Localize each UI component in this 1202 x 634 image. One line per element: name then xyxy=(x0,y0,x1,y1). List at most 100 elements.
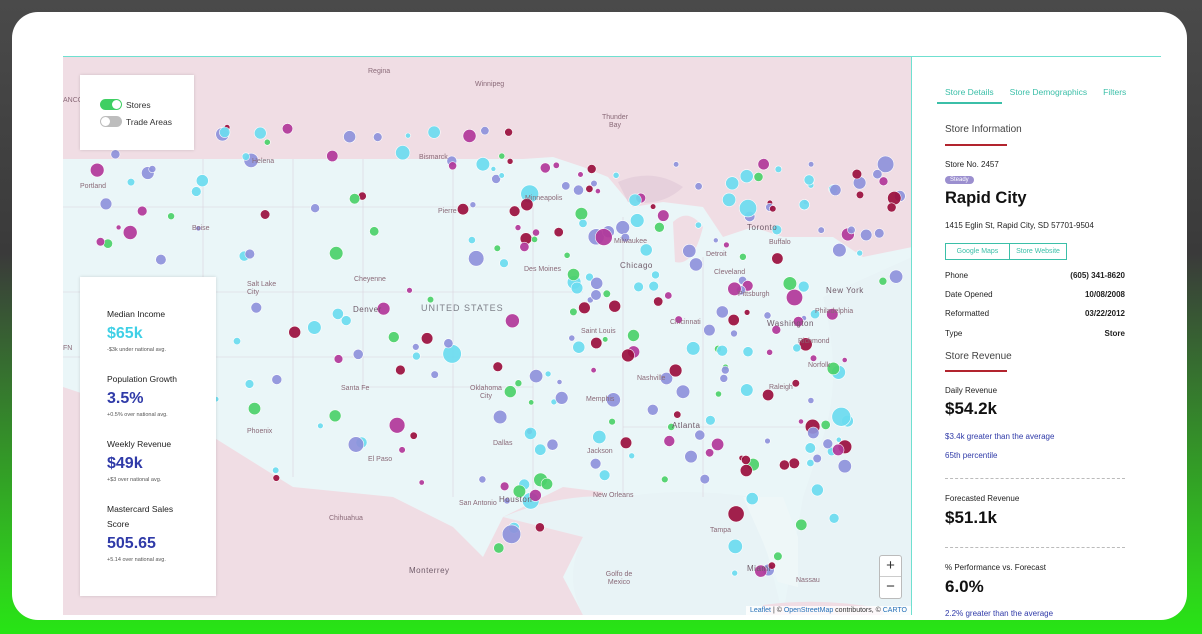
leaflet-link[interactable]: Leaflet xyxy=(750,607,771,614)
store-marker[interactable] xyxy=(806,458,815,467)
store-marker[interactable] xyxy=(723,241,730,249)
store-marker[interactable] xyxy=(534,522,545,533)
store-marker[interactable] xyxy=(668,363,683,378)
store-marker[interactable] xyxy=(716,344,729,357)
store-marker[interactable] xyxy=(590,367,597,374)
store-marker[interactable] xyxy=(244,379,255,389)
store-marker[interactable] xyxy=(705,415,716,426)
store-marker[interactable] xyxy=(347,436,365,453)
store-marker[interactable] xyxy=(602,336,609,343)
store-marker[interactable] xyxy=(649,203,657,210)
store-marker[interactable] xyxy=(764,437,771,445)
store-marker[interactable] xyxy=(493,542,505,554)
store-marker[interactable] xyxy=(675,384,691,399)
store-marker[interactable] xyxy=(421,332,434,345)
store-marker[interactable] xyxy=(699,474,710,485)
store-marker[interactable] xyxy=(524,426,537,440)
store-marker[interactable] xyxy=(774,165,783,174)
store-marker[interactable] xyxy=(552,161,560,169)
store-marker[interactable] xyxy=(514,224,522,231)
store-marker[interactable] xyxy=(567,268,580,281)
store-marker[interactable] xyxy=(405,132,411,139)
store-marker[interactable] xyxy=(820,419,831,430)
store-marker[interactable] xyxy=(629,213,645,228)
store-marker[interactable] xyxy=(694,221,702,229)
store-marker[interactable] xyxy=(727,538,743,554)
google-maps-button[interactable]: Google Maps xyxy=(945,243,1010,260)
store-marker[interactable] xyxy=(250,302,263,314)
store-marker[interactable] xyxy=(590,336,603,349)
store-marker[interactable] xyxy=(663,435,676,447)
store-marker[interactable] xyxy=(260,209,271,220)
store-marker[interactable] xyxy=(540,477,554,491)
store-marker[interactable] xyxy=(592,429,607,444)
tab-filters[interactable]: Filters xyxy=(1095,87,1134,104)
store-marker[interactable] xyxy=(499,481,510,491)
store-marker[interactable] xyxy=(271,374,283,385)
store-marker[interactable] xyxy=(395,145,411,161)
store-marker[interactable] xyxy=(791,379,800,388)
store-marker[interactable] xyxy=(595,188,601,194)
store-marker[interactable] xyxy=(792,343,802,353)
store-marker[interactable] xyxy=(872,169,883,180)
store-marker[interactable] xyxy=(574,207,589,221)
store-marker[interactable] xyxy=(95,237,106,247)
osm-link[interactable]: OpenStreetMap xyxy=(784,607,833,614)
store-marker[interactable] xyxy=(590,289,602,301)
store-marker[interactable] xyxy=(412,343,420,351)
store-marker[interactable] xyxy=(148,165,157,173)
store-marker[interactable] xyxy=(395,364,406,376)
store-marker[interactable] xyxy=(594,228,613,246)
store-marker[interactable] xyxy=(349,193,361,205)
store-marker[interactable] xyxy=(233,337,242,346)
store-marker[interactable] xyxy=(409,431,418,440)
store-marker[interactable] xyxy=(467,236,476,244)
store-marker[interactable] xyxy=(167,212,175,220)
store-marker[interactable] xyxy=(804,442,816,454)
store-marker[interactable] xyxy=(602,289,611,298)
store-marker[interactable] xyxy=(329,246,344,261)
store-marker[interactable] xyxy=(694,182,703,191)
store-marker[interactable] xyxy=(887,191,902,206)
store-marker[interactable] xyxy=(661,475,669,484)
store-marker[interactable] xyxy=(530,235,538,243)
store-marker[interactable] xyxy=(628,193,642,207)
store-marker[interactable] xyxy=(244,248,256,260)
store-marker[interactable] xyxy=(501,524,522,544)
store-marker[interactable] xyxy=(788,457,800,469)
store-marker[interactable] xyxy=(722,192,737,207)
store-marker[interactable] xyxy=(493,244,501,252)
store-marker[interactable] xyxy=(779,459,790,471)
store-marker[interactable] xyxy=(563,251,571,259)
store-marker[interactable] xyxy=(651,270,660,280)
store-marker[interactable] xyxy=(590,276,604,290)
store-marker[interactable] xyxy=(191,186,202,197)
store-marker[interactable] xyxy=(406,287,413,294)
tab-store-demographics[interactable]: Store Demographics xyxy=(1002,87,1095,104)
store-marker[interactable] xyxy=(126,177,136,187)
store-marker[interactable] xyxy=(855,190,865,199)
store-marker[interactable] xyxy=(807,161,815,168)
store-marker[interactable] xyxy=(673,410,682,419)
store-marker[interactable] xyxy=(711,437,725,451)
store-marker[interactable] xyxy=(478,475,487,484)
store-marker[interactable] xyxy=(514,379,523,388)
store-marker[interactable] xyxy=(648,280,659,292)
store-marker[interactable] xyxy=(219,126,231,138)
store-marker[interactable] xyxy=(534,443,547,456)
map-view[interactable]: Regina Winnipeg Thunder Bay Bismarck Hel… xyxy=(63,57,912,615)
store-marker[interactable] xyxy=(263,138,271,146)
store-marker[interactable] xyxy=(672,161,680,168)
store-marker[interactable] xyxy=(569,307,578,316)
store-marker[interactable] xyxy=(499,258,509,268)
store-marker[interactable] xyxy=(254,126,267,140)
store-marker[interactable] xyxy=(769,205,777,213)
store-website-button[interactable]: Store Website xyxy=(1009,243,1067,260)
store-marker[interactable] xyxy=(874,228,885,239)
store-marker[interactable] xyxy=(272,466,280,474)
store-marker[interactable] xyxy=(720,365,730,375)
store-marker[interactable] xyxy=(388,417,406,434)
store-marker[interactable] xyxy=(122,225,138,240)
store-marker[interactable] xyxy=(519,241,530,252)
store-marker[interactable] xyxy=(598,469,611,481)
